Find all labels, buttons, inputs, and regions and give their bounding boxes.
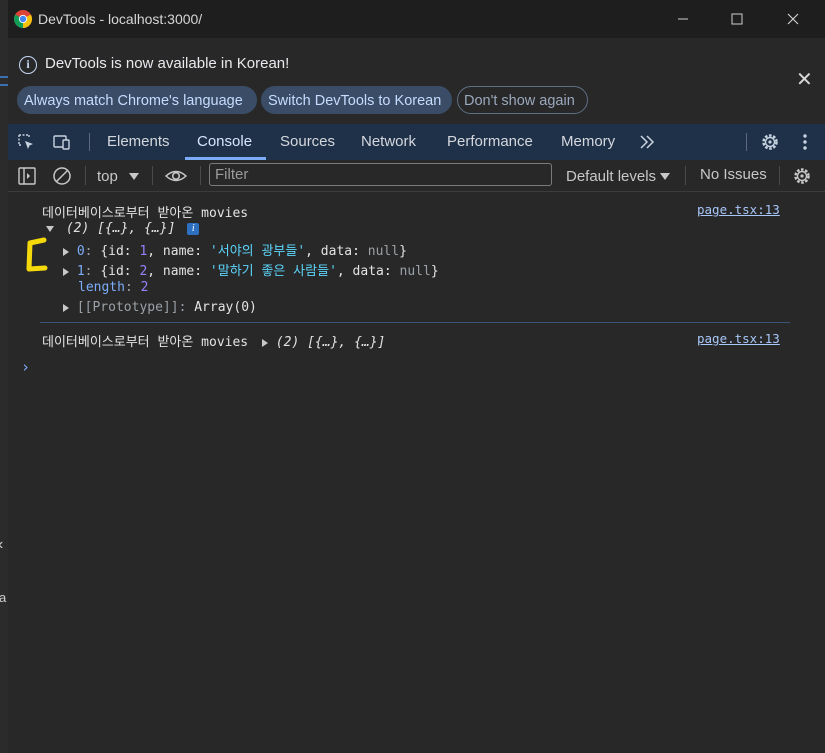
- infobar-close-icon[interactable]: ✕: [796, 70, 813, 90]
- toolbar-divider: [152, 166, 153, 185]
- expand-arrow-icon[interactable]: [261, 338, 268, 347]
- settings-gear-icon[interactable]: [760, 132, 780, 152]
- tab-console[interactable]: Console: [197, 124, 252, 160]
- context-selector-label: top: [97, 167, 118, 185]
- array-prototype-row[interactable]: [[Prototype]]: Array(0): [63, 300, 257, 315]
- console-settings-gear-icon[interactable]: [792, 166, 812, 186]
- source-link[interactable]: page.tsx:13: [697, 331, 780, 346]
- yellow-bracket-annotation: [26, 237, 48, 272]
- source-link[interactable]: page.tsx:13: [697, 202, 780, 217]
- caret-down-icon: [128, 172, 139, 180]
- log-levels-label: Default levels: [566, 167, 657, 185]
- panel-tab-bar: Elements Console Sources Network Perform…: [8, 124, 825, 160]
- array-length-row: length: 2: [78, 280, 149, 295]
- strip-mark: [0, 76, 8, 78]
- minimize-icon: [678, 18, 688, 20]
- toolbar-divider: [746, 133, 747, 151]
- tab-sources[interactable]: Sources: [280, 124, 335, 160]
- log-levels-dropdown[interactable]: Default levels: [566, 166, 671, 186]
- sidebar-toggle-icon[interactable]: [17, 166, 37, 186]
- strip-mark: [0, 84, 8, 86]
- toolbar-divider: [89, 133, 90, 151]
- maximize-icon: [731, 13, 743, 25]
- expand-arrow-icon: [63, 247, 69, 256]
- devtools-window: DevTools - localhost:3000/ i DevTools is…: [8, 0, 825, 753]
- expand-arrow-icon: [63, 303, 69, 312]
- background-window-strip: ‹ a: [0, 0, 8, 753]
- info-badge-icon[interactable]: i: [187, 222, 200, 235]
- maximize-button[interactable]: [714, 6, 760, 32]
- filter-input[interactable]: [209, 163, 552, 186]
- console-prompt[interactable]: ›: [21, 358, 30, 376]
- dont-show-again-button[interactable]: Don't show again: [457, 86, 588, 114]
- log-message: 데이터베이스로부터 받아온 movies (2) [{…}, {…}]: [42, 335, 386, 350]
- console-output: 데이터베이스로부터 받아온 movies page.tsx:13 (2) [{……: [8, 192, 825, 753]
- context-selector[interactable]: top: [97, 166, 139, 186]
- close-window-button[interactable]: [770, 6, 816, 32]
- live-expression-eye-icon[interactable]: [164, 166, 188, 186]
- tab-performance[interactable]: Performance: [447, 124, 533, 160]
- infobar-message: DevTools is now available in Korean!: [45, 55, 290, 72]
- array-summary-expanded[interactable]: (2) [{…}, {…}] i: [46, 221, 200, 236]
- tab-elements[interactable]: Elements: [107, 124, 170, 160]
- close-icon: [787, 13, 799, 25]
- more-tabs-chevron-icon[interactable]: [637, 132, 657, 152]
- language-infobar: i DevTools is now available in Korean! A…: [8, 38, 825, 124]
- minimize-button[interactable]: [660, 6, 706, 32]
- clear-console-icon[interactable]: [52, 166, 72, 186]
- info-icon: i: [19, 56, 37, 74]
- array-item-0[interactable]: 0: {id: 1, name: '서야의 광부들', data: null}: [63, 240, 407, 259]
- expand-arrow-icon: [63, 267, 69, 276]
- log-message: 데이터베이스로부터 받아온 movies: [42, 206, 249, 221]
- strip-letter: a: [0, 590, 7, 605]
- title-bar: DevTools - localhost:3000/: [8, 0, 825, 38]
- chevron-left-icon[interactable]: ‹: [0, 536, 3, 554]
- toolbar-divider: [685, 166, 686, 185]
- array-summary-collapsed[interactable]: (2) [{…}, {…}]: [276, 335, 386, 350]
- chrome-logo-icon: [14, 10, 32, 28]
- toolbar-divider: [85, 166, 86, 185]
- more-options-icon[interactable]: [795, 132, 815, 152]
- inspect-element-icon[interactable]: [16, 132, 36, 152]
- switch-to-korean-button[interactable]: Switch DevTools to Korean: [261, 86, 452, 114]
- expand-arrow-icon: [46, 225, 54, 232]
- tab-network[interactable]: Network: [361, 124, 416, 160]
- window-title: DevTools - localhost:3000/: [38, 11, 203, 27]
- tab-memory[interactable]: Memory: [561, 124, 615, 160]
- caret-down-icon: [660, 172, 671, 180]
- log-divider: [40, 322, 790, 323]
- device-toolbar-icon[interactable]: [52, 132, 72, 152]
- always-match-language-button[interactable]: Always match Chrome's language: [17, 86, 257, 114]
- toolbar-divider: [200, 166, 201, 185]
- toolbar-divider: [779, 166, 780, 185]
- array-item-1[interactable]: 1: {id: 2, name: '말하기 좋은 사람들', data: nul…: [63, 260, 439, 279]
- issues-counter[interactable]: No Issues: [700, 166, 767, 186]
- console-toolbar: top Default levels No Issues: [8, 160, 825, 192]
